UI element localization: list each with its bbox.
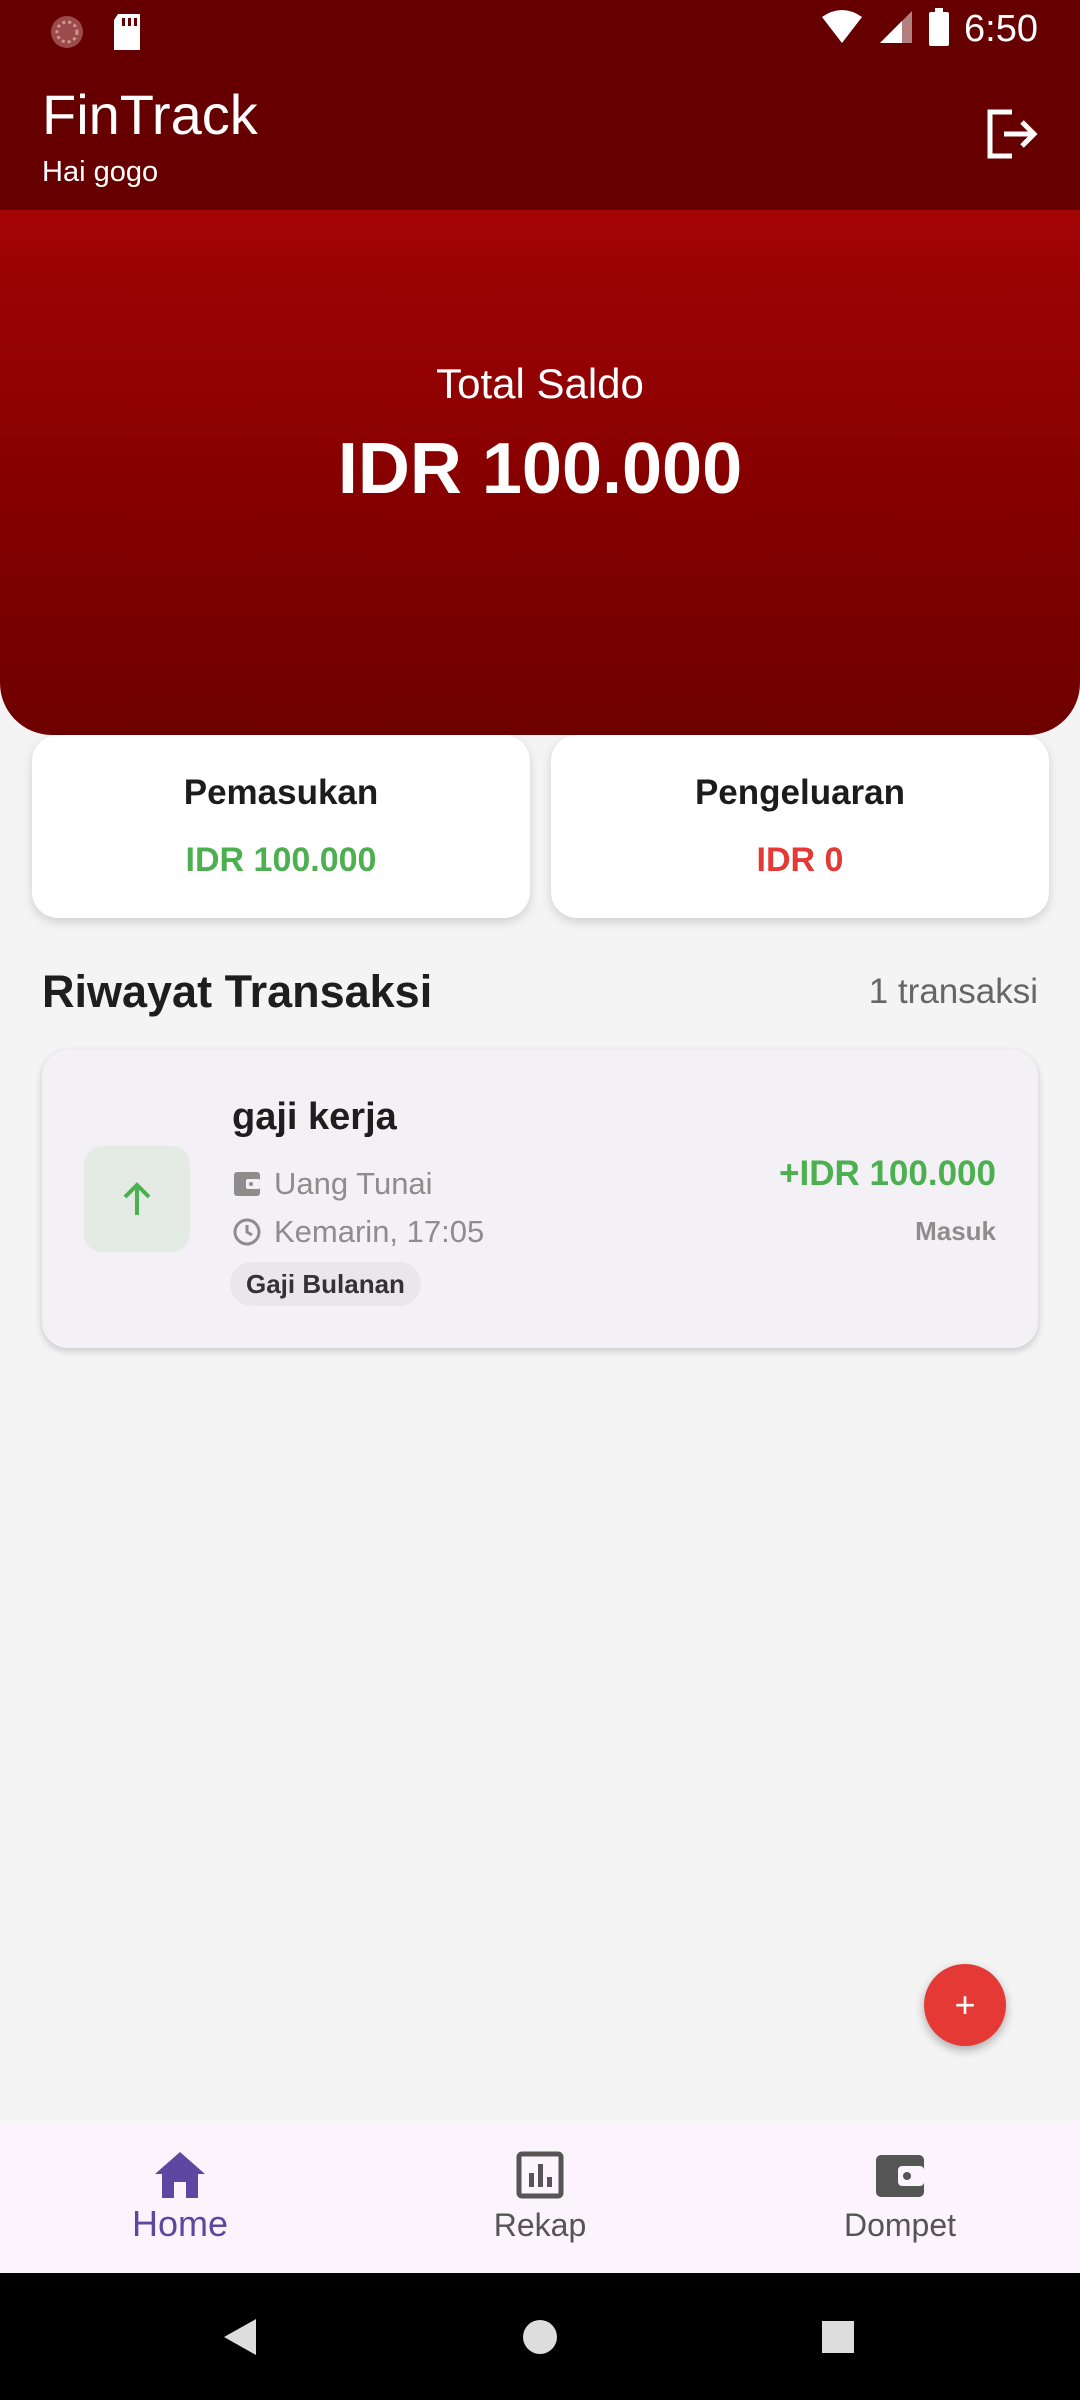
transaction-time: Kemarin, 17:05 [232, 1214, 484, 1250]
app-bar: FinTrack Hai gogo [0, 62, 1080, 210]
income-title: Pemasukan [183, 773, 379, 812]
system-navigation-bar [0, 2273, 1080, 2400]
expense-card: Pengeluaran IDR 0 [551, 735, 1049, 918]
transaction-type: Masuk [915, 1216, 996, 1246]
income-card: Pemasukan IDR 100.000 [32, 735, 530, 918]
nav-rekap-label: Rekap [493, 2207, 587, 2243]
recents-button[interactable] [814, 2313, 862, 2361]
logout-icon [987, 109, 1038, 159]
balance-value: IDR 100.000 [337, 429, 743, 509]
clock: 6:50 [964, 8, 1038, 50]
plus-icon: + [954, 1984, 976, 2025]
battery-icon [928, 8, 950, 51]
transaction-count: 1 transaksi [868, 972, 1038, 1011]
transaction-amount: +IDR 100.000 [779, 1154, 996, 1193]
status-bar: 6:50 [0, 0, 1080, 62]
arrow-up-icon [123, 1182, 151, 1215]
back-button[interactable] [216, 2313, 264, 2361]
recents-icon [822, 2321, 854, 2353]
transaction-item[interactable]: gaji kerja Uang Tunai Kemarin, 17:05 Gaj… [42, 1050, 1038, 1348]
transaction-name: gaji kerja [232, 1096, 397, 1138]
category-chip: Gaji Bulanan [230, 1262, 421, 1306]
app-title: FinTrack [42, 83, 258, 146]
expense-title: Pengeluaran [694, 773, 906, 812]
add-transaction-button[interactable]: + [924, 1964, 1006, 2046]
income-arrow-badge [84, 1146, 190, 1252]
balance-label: Total Saldo [436, 360, 644, 407]
nav-home[interactable]: Home [0, 2121, 360, 2273]
app-notification-icon [48, 13, 86, 56]
back-icon [224, 2319, 256, 2355]
nav-dompet[interactable]: Dompet [720, 2121, 1080, 2273]
nav-dompet-label: Dompet [843, 2207, 957, 2243]
home-circle-icon [523, 2320, 557, 2354]
nav-rekap[interactable]: Rekap [360, 2121, 720, 2273]
home-icon [150, 2145, 210, 2205]
transaction-wallet: Uang Tunai [232, 1166, 433, 1202]
nav-home-label: Home [131, 2203, 229, 2244]
wallet-name: Uang Tunai [274, 1166, 433, 1201]
history-title: Riwayat Transaksi [42, 966, 433, 1017]
balance-header: Total Saldo IDR 100.000 [0, 210, 1080, 735]
signal-icon [878, 9, 914, 50]
wallet-icon [234, 1172, 260, 1196]
chart-icon [510, 2145, 570, 2205]
logout-button[interactable] [980, 102, 1044, 166]
wallet-icon [870, 2145, 930, 2205]
wifi-icon [820, 9, 864, 50]
sd-card-icon [110, 12, 144, 57]
time-text: Kemarin, 17:05 [274, 1214, 485, 1249]
income-value: IDR 100.000 [185, 841, 377, 879]
home-button[interactable] [516, 2313, 564, 2361]
expense-value: IDR 0 [756, 841, 844, 879]
clock-icon [233, 1218, 261, 1246]
bottom-navigation: Home Rekap Dompet [0, 2121, 1080, 2273]
greeting: Hai gogo [42, 156, 159, 188]
